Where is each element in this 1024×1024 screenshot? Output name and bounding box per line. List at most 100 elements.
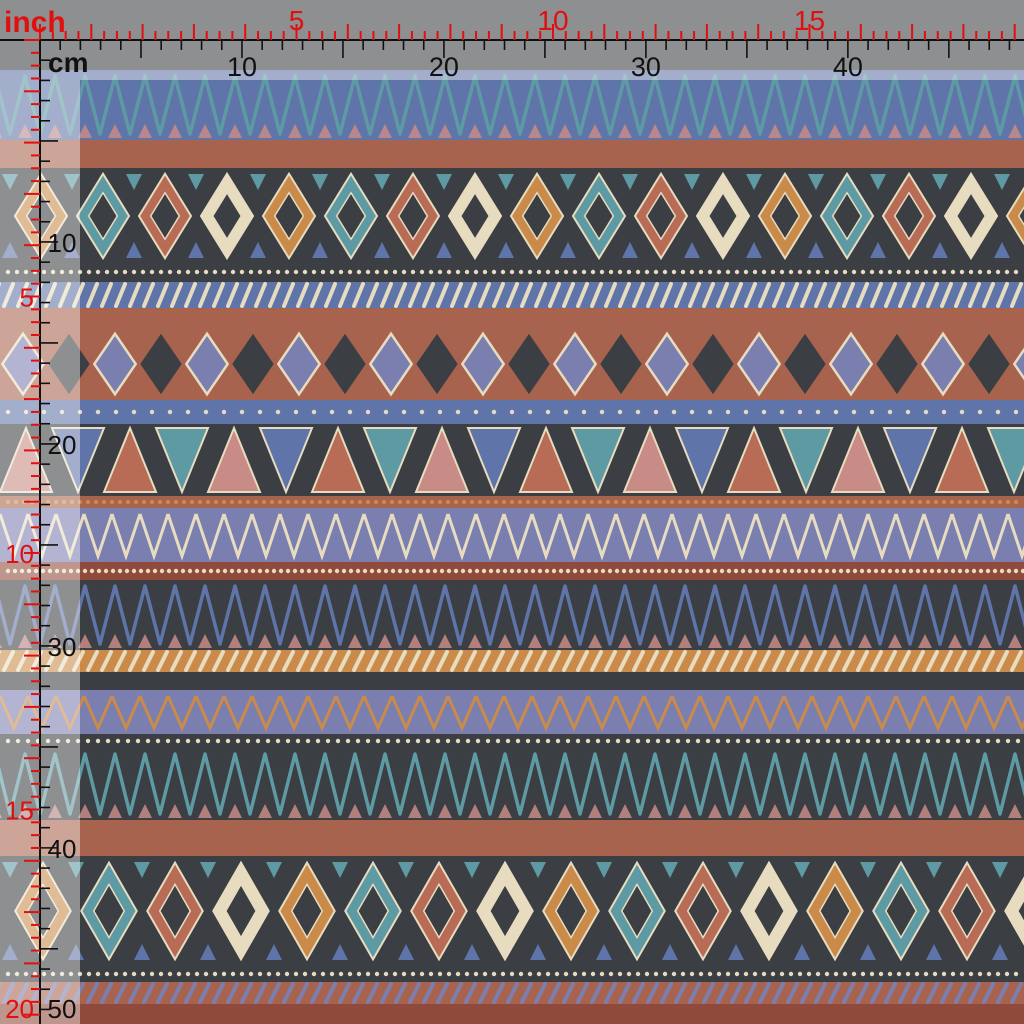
dot [518,269,524,275]
stripe-band [0,308,1024,328]
dot [810,568,816,574]
dot [140,269,146,275]
dot [689,269,695,275]
dot [642,568,648,574]
dot [292,568,298,574]
dot [166,568,172,574]
dot [230,269,236,275]
dot [493,499,499,505]
dot [488,568,494,574]
dot [95,971,101,977]
dot [189,499,195,505]
dot [698,971,704,977]
dot [821,499,827,505]
dot [977,269,983,275]
dot [971,568,977,574]
dot [5,738,11,744]
dot [615,738,621,744]
dot [671,269,677,275]
dot [194,971,200,977]
dot [789,499,795,505]
dot [140,971,146,977]
dot [734,971,740,977]
dot [754,568,760,574]
dot [716,971,722,977]
dot [655,738,661,744]
dot [662,971,668,977]
dots-row-bg [0,734,1024,748]
dot [485,738,491,744]
dot [165,499,171,505]
dot [257,568,263,574]
dot [453,499,459,505]
dot [125,499,131,505]
dot [285,568,291,574]
dot [95,409,101,415]
dot [887,971,893,977]
dot [977,409,983,415]
dot [878,269,884,275]
dot [743,971,749,977]
dot [997,499,1003,505]
stripe-band [0,672,1024,690]
dot [145,738,151,744]
dot [12,568,18,574]
dot [229,568,235,574]
dot [932,269,938,275]
dot [935,738,941,744]
dot [689,409,695,415]
dot [455,269,461,275]
dot [309,499,315,505]
dot [345,738,351,744]
dot [229,499,235,505]
dot [838,568,844,574]
dot [533,499,539,505]
dot [597,499,603,505]
dot [590,269,596,275]
dot [869,499,875,505]
dot [869,971,875,977]
dot [473,409,479,415]
dot [21,499,27,505]
dot [306,568,312,574]
dot [41,269,47,275]
dot [341,568,347,574]
dot [527,971,533,977]
dot [557,499,563,505]
dot [250,568,256,574]
dot [500,971,506,977]
dot [914,971,920,977]
dot [185,409,191,415]
dot [653,499,659,505]
dot [885,499,891,505]
dot [335,738,341,744]
dot [923,269,929,275]
dot [527,269,533,275]
dot [95,738,101,744]
dot [669,499,675,505]
dot [773,499,779,505]
dot [955,738,961,744]
dot [203,971,209,977]
dot [698,568,704,574]
dot [595,738,601,744]
dot [535,738,541,744]
dot [432,568,438,574]
dot [14,971,20,977]
dot [491,409,497,415]
dot [365,971,371,977]
dot [626,269,632,275]
dot [495,738,501,744]
dot [743,269,749,275]
dot [581,971,587,977]
dot [765,499,771,505]
dot [992,568,998,574]
dot [33,568,39,574]
dot [831,568,837,574]
dot [53,499,59,505]
dot [545,269,551,275]
dot [860,269,866,275]
dot [797,269,803,275]
dot [707,269,713,275]
dot [277,499,283,505]
